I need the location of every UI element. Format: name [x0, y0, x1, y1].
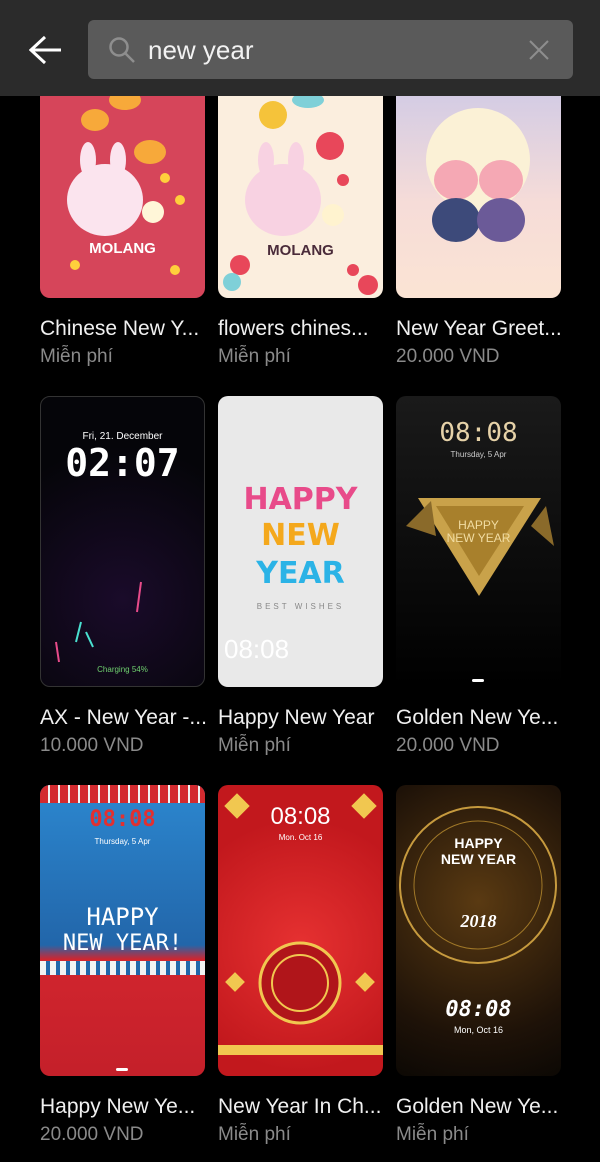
greeting-line2: NEW YEAR! [62, 931, 183, 956]
theme-thumbnail[interactable]: 08:08 Thursday, 5 Apr HAPPY NEW YEAR! [40, 785, 205, 1076]
greeting-line2: NEW YEAR [446, 531, 511, 545]
theme-thumbnail[interactable]: HAPPY NEW YEAR BEST WISHES 08:08 [218, 396, 383, 687]
year-text: YEAR [256, 556, 345, 591]
greeting-line1: HAPPY [458, 518, 499, 532]
theme-price: Miễn phí [40, 346, 113, 367]
best-wishes-text: BEST WISHES [256, 602, 345, 611]
lock-clock: 08:08 [224, 634, 290, 664]
zodiac-dog-illustration [218, 793, 383, 1055]
greeting-line1: HAPPY [454, 835, 503, 851]
theme-thumbnail[interactable]: 08:08 Thursday, 5 Apr HAPPY NEW YEAR [396, 396, 561, 687]
theme-thumbnail[interactable]: Fri, 21. December 02:07 Charging 54% [40, 396, 205, 687]
theme-title: Happy New Ye... [40, 1095, 196, 1118]
charging-status: Charging 54% [97, 665, 148, 674]
lock-clock: 08:08 [445, 997, 512, 1022]
lock-clock: 08:08 [89, 807, 156, 832]
theme-price: Miễn phí [218, 1124, 291, 1145]
theme-title: Happy New Year [218, 706, 375, 729]
arrow-left-icon [29, 35, 61, 65]
happy-text: HAPPY [243, 482, 358, 517]
search-field[interactable]: new year [88, 20, 573, 79]
theme-thumbnail[interactable]: 08:08 Mon. Oct 16 [218, 785, 383, 1076]
theme-price: Miễn phí [396, 1124, 469, 1145]
home-indicator [472, 679, 484, 682]
theme-price: Miễn phí [218, 346, 291, 367]
knit-stripe [40, 961, 205, 975]
knit-border [40, 785, 205, 803]
theme-price: 10.000 VND [40, 735, 144, 756]
theme-price: 20.000 VND [40, 1124, 144, 1145]
greeting-line2: NEW YEAR [440, 851, 517, 867]
theme-price: 20.000 VND [396, 735, 500, 756]
theme-title: AX - New Year -... [40, 706, 207, 729]
clear-icon[interactable] [527, 38, 551, 62]
theme-title: Chinese New Y... [40, 317, 200, 340]
greeting-line1: HAPPY [86, 903, 159, 931]
new-text: NEW [261, 518, 340, 553]
theme-price: 20.000 VND [396, 346, 500, 367]
search-icon [109, 37, 135, 63]
theme-grid: MOLANG Chinese New Y... Miễn phí MOLANG [0, 0, 600, 1162]
theme-title: flowers chines... [218, 317, 369, 340]
year-label: 2018 [460, 911, 497, 931]
lock-date: Thursday, 5 Apr [94, 837, 151, 846]
theme-thumbnail[interactable]: HAPPY NEW YEAR 2018 08:08 Mon, Oct 16 [396, 785, 561, 1076]
top-bar: new year [0, 0, 600, 96]
fireworks-illustration [55, 581, 142, 663]
lock-date: Mon, Oct 16 [453, 1025, 504, 1035]
molang-logo: MOLANG [89, 240, 156, 257]
theme-title: New Year In Ch... [218, 1095, 382, 1118]
search-input[interactable]: new year [148, 35, 254, 66]
theme-title: Golden New Ye... [396, 1095, 559, 1118]
back-button[interactable] [22, 28, 70, 72]
molang-logo: MOLANG [267, 242, 334, 259]
theme-title: Golden New Ye... [396, 706, 559, 729]
home-indicator [116, 1068, 128, 1071]
theme-title: New Year Greet... [396, 317, 562, 340]
theme-price: Miễn phí [218, 735, 291, 756]
